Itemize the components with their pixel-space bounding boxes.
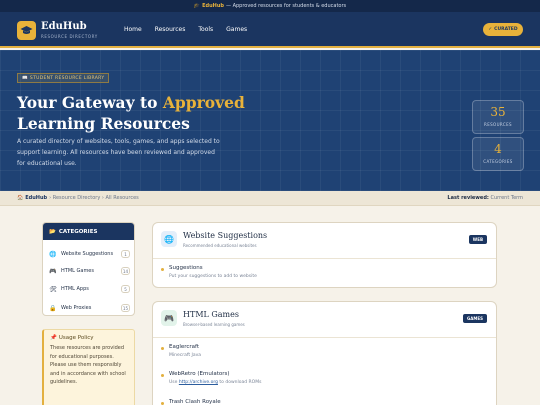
hero-title-accent: Approved <box>162 93 245 112</box>
resource-desc: Use http://archive.org to download ROMs <box>169 380 261 385</box>
nav-link-resources[interactable]: Resources <box>155 26 186 33</box>
categories-title: CATEGORIES <box>58 228 98 235</box>
resource-desc: Put your suggestions to add to website <box>169 274 257 279</box>
bullet-icon <box>161 374 164 377</box>
hero-description: A curated directory of websites, tools, … <box>17 138 220 167</box>
stat-resources-value: 35 <box>490 105 506 119</box>
lock-icon: 🔒 <box>49 304 57 312</box>
usage-policy-text: These resources are provided for educati… <box>50 345 126 385</box>
last-reviewed-value: Current Term <box>490 195 524 201</box>
last-reviewed-label: Last reviewed: <box>447 195 489 201</box>
nav-link-home[interactable]: Home <box>124 26 142 33</box>
tools-icon: 🛠 <box>49 285 57 293</box>
section-website-suggestions: 🌐 Website Suggestions Recommended educat… <box>152 222 497 288</box>
gamepad-icon: 🎮 <box>49 267 57 275</box>
stat-resources: 35 RESOURCES <box>472 100 524 134</box>
resource-name[interactable]: Trash Clash Royale <box>169 399 221 405</box>
category-item-html-apps[interactable]: 🛠 HTML Apps 5 <box>49 283 130 295</box>
graduation-cap-icon <box>20 26 33 34</box>
category-item-html-games[interactable]: 🎮 HTML Games 14 <box>49 265 130 277</box>
category-item-website-suggestions[interactable]: 🌐 Website Suggestions 1 <box>49 248 130 260</box>
stat-resources-label: RESOURCES <box>484 122 512 127</box>
section-subtitle: Recommended educational websites <box>183 243 257 248</box>
resource-name[interactable]: Eaglercraft <box>169 344 199 350</box>
category-label: HTML Games <box>61 268 94 274</box>
section-tag: WEB <box>468 235 487 244</box>
stat-categories-label: CATEGORIES <box>483 159 513 164</box>
hero-badge: 📖 STUDENT RESOURCE LIBRARY <box>17 73 110 83</box>
curated-label: CURATED <box>494 27 518 32</box>
hero-title: Your Gateway to Approved Learning Resour… <box>17 92 277 134</box>
hero-title-line2: Learning Resources <box>17 114 190 133</box>
breadcrumb: 🏠 EduHub › Resource Directory › All Reso… <box>17 195 139 201</box>
curated-button[interactable]: ✓ CURATED <box>483 23 523 36</box>
stat-categories-value: 4 <box>494 142 502 156</box>
category-count: 14 <box>120 267 130 275</box>
navbar: EduHub RESOURCE DIRECTORY Home Resources… <box>0 12 540 48</box>
logo-subtitle: RESOURCE DIRECTORY <box>41 34 98 39</box>
categories-panel: 📂 CATEGORIES 🌐 Website Suggestions 1 🎮 H… <box>42 222 135 316</box>
archive-link[interactable]: http://archive.org <box>179 380 218 385</box>
check-icon: ✓ <box>488 27 493 32</box>
last-reviewed: Last reviewed: Current Term <box>447 195 523 201</box>
breadcrumb-home[interactable]: EduHub <box>25 195 47 201</box>
globe-icon: 🌐 <box>49 250 57 258</box>
category-count: 15 <box>120 304 130 312</box>
globe-icon: 🌐 <box>161 231 177 247</box>
hero-title-pre: Your Gateway to <box>17 93 163 112</box>
graduation-cap-icon: 🎓 <box>193 3 201 9</box>
gamepad-icon: 🎮 <box>161 310 177 326</box>
resource-desc: Minecraft Java <box>169 353 202 358</box>
announcement-text: — Approved resources for students & educ… <box>225 3 347 9</box>
section-tag: GAMES <box>463 314 487 323</box>
section-html-games: 🎮 HTML Games Browser-based learning game… <box>152 301 497 405</box>
section-title: Website Suggestions <box>183 231 268 240</box>
category-label: HTML Apps <box>61 286 89 292</box>
logo-title[interactable]: EduHub <box>41 21 87 32</box>
section-title: HTML Games <box>183 310 239 319</box>
hero-section: 📖 STUDENT RESOURCE LIBRARY Your Gateway … <box>0 50 540 191</box>
bullet-icon <box>161 268 164 271</box>
resource-name[interactable]: Suggestions <box>169 265 203 271</box>
category-item-web-proxies[interactable]: 🔒 Web Proxies 15 <box>49 302 130 314</box>
pin-icon: 📌 <box>50 335 57 341</box>
announcement-brand: EduHub <box>202 3 224 9</box>
hero-badge-label: STUDENT RESOURCE LIBRARY <box>29 75 105 81</box>
section-header: 🌐 Website Suggestions Recommended educat… <box>153 223 496 259</box>
announcement-bar: 🎓 EduHub — Approved resources for studen… <box>0 0 540 12</box>
category-label: Website Suggestions <box>61 251 114 257</box>
categories-header: 📂 CATEGORIES <box>43 223 134 240</box>
logo-icon[interactable] <box>17 21 36 40</box>
usage-policy-title: 📌 Usage Policy <box>50 335 128 341</box>
stat-categories: 4 CATEGORIES <box>472 137 524 171</box>
resource-desc-post: to download ROMs <box>217 380 262 385</box>
category-count: 5 <box>121 285 130 293</box>
home-icon: 🏠 <box>17 195 24 201</box>
nav-link-games[interactable]: Games <box>226 26 247 33</box>
category-label: Web Proxies <box>61 305 92 311</box>
usage-policy-heading: Usage Policy <box>58 335 94 341</box>
breadcrumb-bar: 🏠 EduHub › Resource Directory › All Reso… <box>0 191 540 206</box>
section-header: 🎮 HTML Games Browser-based learning game… <box>153 302 496 338</box>
nav-link-tools[interactable]: Tools <box>198 26 213 33</box>
nav-links: Home Resources Tools Games <box>124 26 260 33</box>
folder-icon: 📂 <box>49 228 56 235</box>
breadcrumb-path: › Resource Directory › All Resources <box>49 195 139 201</box>
resource-desc-pre: Use <box>169 380 179 385</box>
book-icon: 📖 <box>22 75 28 81</box>
section-subtitle: Browser-based learning games <box>183 322 245 327</box>
bullet-icon <box>161 347 164 350</box>
resource-name[interactable]: WebRetro (Emulators) <box>169 371 230 377</box>
usage-policy: 📌 Usage Policy These resources are provi… <box>42 329 135 405</box>
category-count: 1 <box>121 250 130 258</box>
